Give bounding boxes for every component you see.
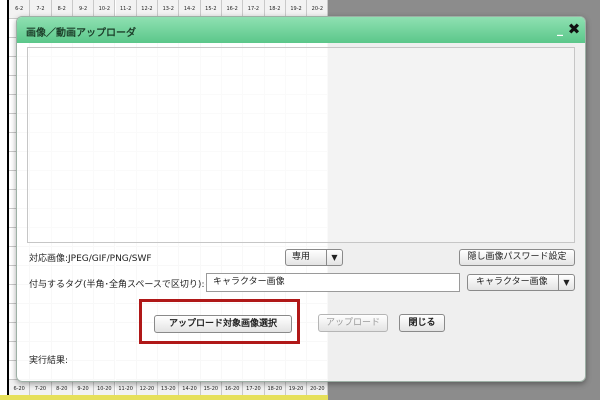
supported-formats-label: 対応画像:JPEG/GIF/PNG/SWF	[29, 254, 152, 264]
dialog-titlebar[interactable]: 画像／動画アップローダ _ ✖	[17, 17, 585, 43]
tags-label: 付与するタグ(半角･全角スペースで区切り):	[29, 280, 205, 290]
tag-input[interactable]: キャラクター画像	[206, 273, 460, 292]
chevron-down-icon[interactable]: ▼	[326, 250, 342, 265]
uploader-dialog: 画像／動画アップローダ _ ✖ 対応画像:JPEG/GIF/PNG/SWF 専用…	[16, 16, 586, 382]
close-icon[interactable]: ✖	[567, 21, 581, 37]
result-label: 実行結果:	[29, 356, 69, 366]
background-bottom-bar	[0, 395, 328, 400]
upload-button[interactable]: アップロード	[318, 314, 388, 332]
dialog-title: 画像／動画アップローダ	[26, 28, 136, 39]
background-left-bar	[0, 0, 9, 400]
dedicated-select[interactable]: 専用 ▼	[285, 249, 343, 266]
tag-select-value: キャラクター画像	[476, 277, 548, 287]
select-upload-images-button[interactable]: アップロード対象画像選択	[154, 315, 292, 333]
dedicated-select-value: 専用	[292, 252, 311, 262]
image-preview-area	[27, 47, 575, 243]
tag-select[interactable]: キャラクター画像 ▼	[467, 274, 575, 291]
hidden-image-password-button[interactable]: 隠し画像パスワード設定	[459, 249, 575, 266]
minimize-icon[interactable]: _	[557, 22, 567, 36]
close-button[interactable]: 閉じる	[399, 314, 445, 332]
chevron-down-icon[interactable]: ▼	[558, 275, 574, 290]
